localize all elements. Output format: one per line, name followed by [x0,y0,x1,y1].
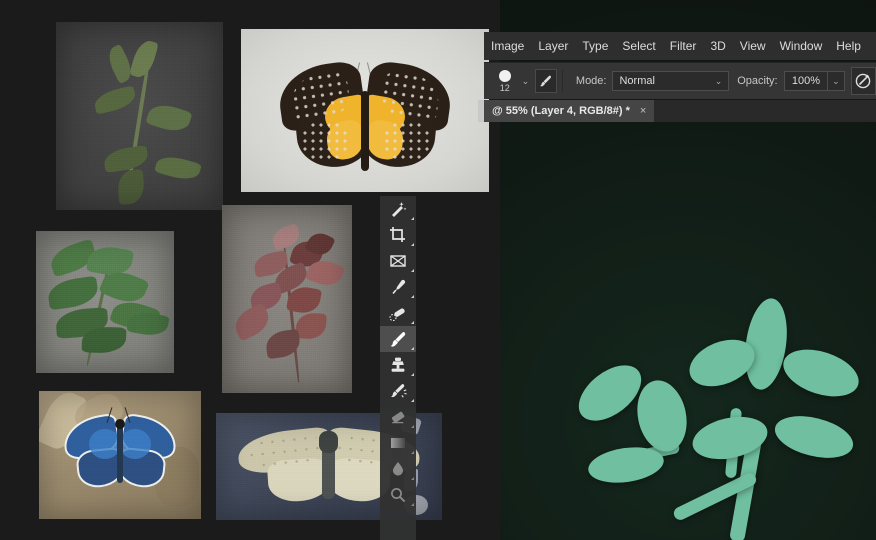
crop-tool[interactable] [380,222,416,248]
photo-butterfly-yellow[interactable] [241,29,489,192]
eraser-tool[interactable] [380,404,416,430]
crop-icon [390,227,405,242]
menu-window[interactable]: Window [773,32,830,60]
tool-options-bar[interactable]: 12 ⌄ Mode: Normal ⌄ Opacity: 100% ⌄ [484,62,876,99]
brush-settings-button[interactable] [535,69,557,93]
document-tab-title: @ 55% (Layer 4, RGB/8#) * [492,105,630,117]
eyedropper-tool[interactable] [380,274,416,300]
dodge-tool[interactable] [380,482,416,508]
opacity-value: 100% [791,75,820,87]
healing-brush-icon [389,308,405,322]
clone-stamp-tool[interactable] [380,352,416,378]
spot-healing-brush-tool[interactable] [380,300,416,326]
dodge-icon [391,488,406,503]
blend-mode-label: Mode: [575,75,607,87]
brush-stroke-icon [540,75,552,87]
teal-plant-painting [560,290,876,540]
gradient-tool[interactable] [380,430,416,456]
brush-preset-chevron-down-icon[interactable]: ⌄ [522,76,530,87]
app-window: Image Layer Type Select Filter 3D View W… [0,0,876,540]
history-brush-tool[interactable] [380,378,416,404]
opacity-label: Opacity: [737,75,778,87]
menu-layer[interactable]: Layer [531,32,575,60]
menu-bar[interactable]: Image Layer Type Select Filter 3D View W… [484,32,876,60]
airbrush-toggle-button[interactable] [850,67,876,95]
gradient-icon [391,438,405,448]
eyedropper-icon [392,279,406,295]
blend-mode-value: Normal [619,75,655,87]
frame-tool[interactable] [380,248,416,274]
magic-wand-icon [392,202,407,217]
magic-wand-tool[interactable] [380,196,416,222]
tools-panel[interactable] [380,196,416,540]
eraser-icon [391,411,405,424]
photo-plant-red[interactable] [222,205,352,393]
menu-type[interactable]: Type [575,32,615,60]
frame-icon [390,255,406,267]
options-separator [562,70,563,92]
airbrush-icon [855,73,871,89]
blend-mode-select[interactable]: Normal ⌄ [612,71,730,91]
history-brush-icon [391,383,407,398]
brush-tip-preview [498,69,511,82]
clone-stamp-icon [391,357,405,372]
menu-filter[interactable]: Filter [663,32,704,60]
menu-select[interactable]: Select [615,32,662,60]
menu-help[interactable]: Help [829,32,868,60]
photo-plant-dark[interactable] [56,22,223,210]
menu-image[interactable]: Image [484,32,531,60]
opacity-chevron-down-icon[interactable]: ⌄ [828,71,845,91]
blur-tool[interactable] [380,456,416,482]
close-icon[interactable]: × [640,105,646,117]
brush-size-label: 12 [499,82,510,93]
brush-tool[interactable] [380,326,416,352]
photo-butterfly-blue[interactable] [39,391,201,519]
blur-droplet-icon [393,462,403,476]
menu-3d[interactable]: 3D [703,32,732,60]
opacity-input[interactable]: 100% [783,71,829,91]
paintbrush-icon [390,331,405,347]
document-tab[interactable]: @ 55% (Layer 4, RGB/8#) * × [484,100,655,122]
menu-view[interactable]: View [733,32,773,60]
photo-plant-green[interactable] [36,231,174,373]
blend-mode-chevron-down-icon: ⌄ [714,75,723,86]
brush-preset-picker[interactable]: 12 [494,66,516,96]
